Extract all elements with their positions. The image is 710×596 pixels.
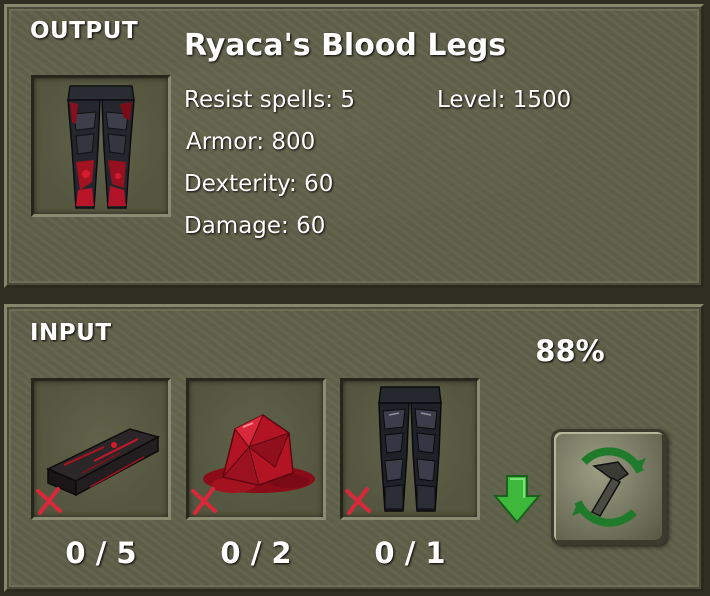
stat-dexterity-value: 60	[304, 171, 334, 197]
input-count-3: 0 / 1	[374, 536, 446, 570]
stat-damage-value: 60	[296, 213, 326, 239]
input-count-2: 0 / 2	[220, 536, 292, 570]
craft-progress: 88%	[535, 334, 605, 368]
craft-button[interactable]	[551, 429, 667, 545]
missing-mark-icon	[36, 487, 62, 515]
output-item-slot[interactable]	[31, 75, 171, 217]
input-slot-1[interactable]	[31, 378, 171, 520]
item-name: Ryaca's Blood Legs	[184, 28, 507, 63]
stat-armor-value: 800	[271, 129, 316, 155]
stat-damage: Damage: 60	[184, 213, 325, 239]
stat-level-label: Level:	[437, 87, 506, 113]
stat-dexterity-label: Dexterity:	[184, 171, 297, 197]
missing-mark-icon	[191, 487, 217, 515]
stat-resist-spells-value: 5	[340, 87, 355, 113]
input-slot-2[interactable]	[186, 378, 326, 520]
input-title: INPUT	[30, 320, 112, 346]
stat-dexterity: Dexterity: 60	[184, 171, 333, 197]
stat-resist-spells: Resist spells: 5	[184, 87, 355, 113]
stat-level-value: 1500	[512, 87, 572, 113]
hammer-craft-icon	[572, 447, 646, 527]
input-slot-3[interactable]	[340, 378, 480, 520]
input-count-1: 0 / 5	[65, 536, 137, 570]
stat-armor-label: Armor:	[186, 129, 265, 155]
blood-legs-icon	[67, 85, 135, 209]
stat-level: Level: 1500	[437, 87, 571, 113]
stat-armor: Armor: 800	[186, 129, 315, 155]
missing-mark-icon	[345, 487, 371, 515]
green-down-arrow-icon	[493, 475, 541, 524]
stat-damage-label: Damage:	[184, 213, 289, 239]
output-title: OUTPUT	[30, 18, 139, 44]
stat-resist-spells-label: Resist spells:	[184, 87, 334, 113]
